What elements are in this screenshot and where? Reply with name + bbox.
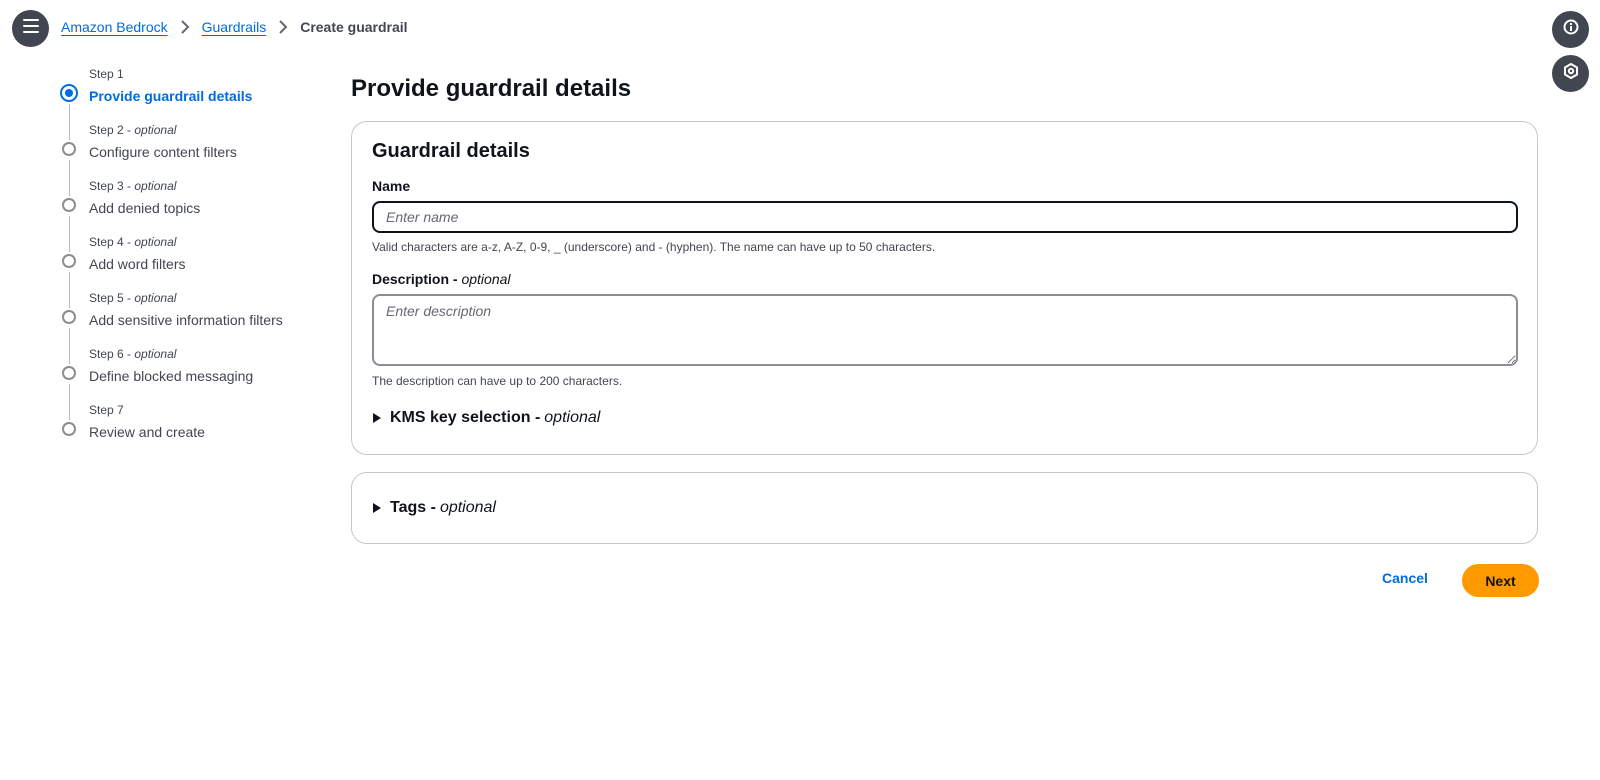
tags-expander[interactable]: Tags - optional [372,499,496,517]
wizard-steps: Step 1 Provide guardrail details Step 2 … [59,66,329,458]
step-number: Step 1 [89,67,124,81]
step-number: Step 3 - optional [89,179,177,193]
step-active-indicator-icon [60,84,78,102]
step-title[interactable]: Add denied topics [89,198,329,218]
step-1[interactable]: Step 1 Provide guardrail details [59,66,329,140]
chevron-right-icon [180,19,190,35]
step-2[interactable]: Step 2 - optional Configure content filt… [59,122,329,196]
caret-right-icon [372,412,382,424]
name-hint: Valid characters are a-z, A-Z, 0-9, _ (u… [372,240,936,254]
step-title[interactable]: Define blocked messaging [89,366,329,386]
hexagon-icon [1563,62,1579,84]
step-indicator-icon [62,254,76,268]
step-number: Step 4 - optional [89,235,177,249]
container-header: Guardrail details [372,140,530,162]
step-indicator-icon [62,310,76,324]
page-title: Provide guardrail details [351,75,632,102]
step-title[interactable]: Add word filters [89,254,329,274]
assistant-button[interactable] [1552,55,1589,92]
expander-label: KMS key selection - [390,409,541,426]
next-button[interactable]: Next [1462,564,1539,597]
step-3[interactable]: Step 3 - optional Add denied topics [59,178,329,252]
description-hint: The description can have up to 200 chara… [372,374,623,388]
step-title[interactable]: Provide guardrail details [89,86,329,106]
step-6[interactable]: Step 6 - optional Define blocked messagi… [59,346,329,420]
expander-optional: optional [544,409,601,426]
step-number: Step 6 - optional [89,347,177,361]
cancel-button[interactable]: Cancel [1382,570,1428,586]
name-label: Name [372,178,411,194]
step-title[interactable]: Add sensitive information filters [89,310,329,330]
step-title[interactable]: Review and create [89,422,329,442]
step-7[interactable]: Step 7 Review and create [59,402,329,458]
menu-button[interactable] [12,10,49,47]
step-4[interactable]: Step 4 - optional Add word filters [59,234,329,308]
step-indicator-icon [62,198,76,212]
breadcrumb-link-amazon-bedrock[interactable]: Amazon Bedrock [61,19,168,35]
info-icon [1563,19,1579,40]
step-indicator-icon [62,422,76,436]
expander-label: Tags - [390,499,436,516]
step-title[interactable]: Configure content filters [89,142,329,162]
description-input[interactable] [372,294,1518,366]
tags-container: Tags - optional [351,472,1538,544]
breadcrumb-current: Create guardrail [300,19,408,35]
breadcrumb-link-guardrails[interactable]: Guardrails [202,19,267,35]
breadcrumb: Amazon Bedrock Guardrails Create guardra… [61,19,408,35]
description-label: Description - optional [372,271,511,287]
caret-right-icon [372,502,382,514]
name-input[interactable] [372,201,1518,233]
expander-optional: optional [439,499,496,516]
step-indicator-icon [62,366,76,380]
guardrail-details-container: Guardrail details Name Valid characters … [351,121,1538,455]
info-button[interactable] [1552,11,1589,48]
step-number: Step 7 [89,403,124,417]
menu-icon [22,19,39,38]
chevron-right-icon [278,19,288,35]
step-number: Step 2 - optional [89,123,177,137]
step-indicator-icon [62,142,76,156]
kms-key-selection-expander[interactable]: KMS key selection - optional [372,409,600,427]
step-number: Step 5 - optional [89,291,177,305]
step-5[interactable]: Step 5 - optional Add sensitive informat… [59,290,329,364]
